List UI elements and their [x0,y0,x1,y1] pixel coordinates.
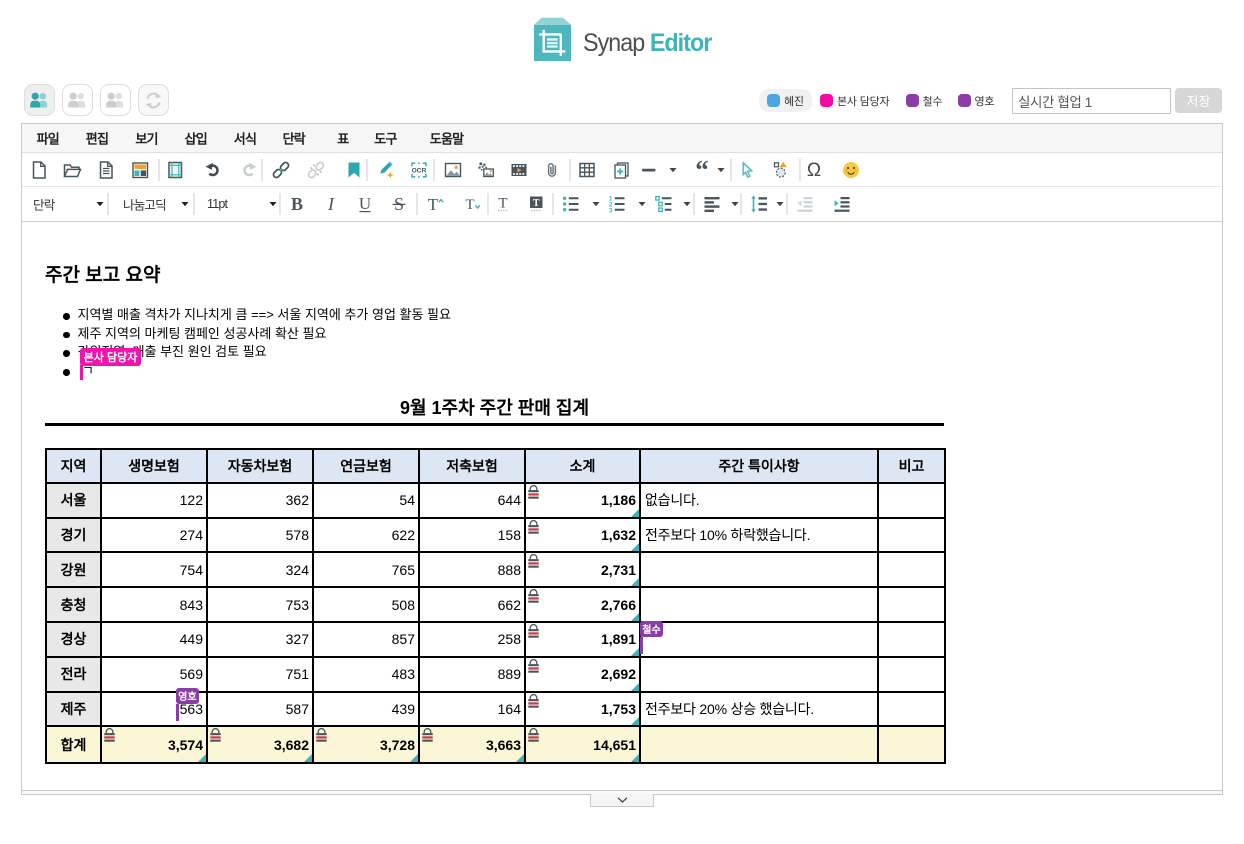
svg-text:“: “ [695,160,709,180]
svg-text:T: T [498,196,507,212]
svg-text:3: 3 [609,209,613,214]
svg-text:I: I [327,194,335,214]
svg-text:U: U [358,194,370,213]
svg-text:T: T [532,198,539,209]
svg-text:T: T [465,197,474,213]
svg-text:2: 2 [609,203,613,209]
svg-text:Ω: Ω [807,160,821,180]
svg-text:B: B [290,194,302,214]
svg-text:1: 1 [609,196,613,202]
svg-text:T: T [428,195,439,214]
svg-text:OCR: OCR [412,167,427,174]
